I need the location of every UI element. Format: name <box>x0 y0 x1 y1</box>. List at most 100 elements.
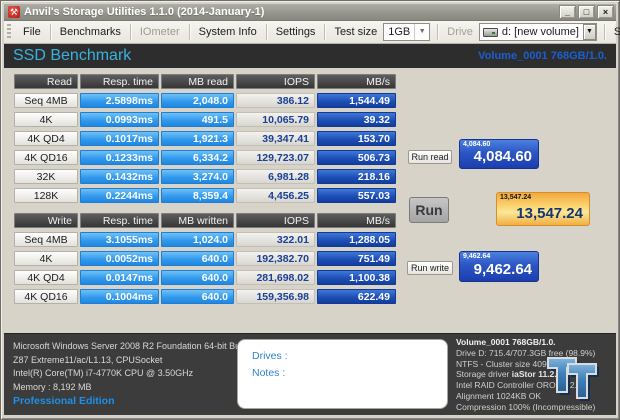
row-label: Seq 4MB <box>14 93 78 108</box>
write-col-header: Write <box>14 213 78 228</box>
drives-label: Drives : <box>252 348 447 365</box>
iops-cell: 39,347.41 <box>236 131 315 146</box>
drive-value: d: [new volume] <box>498 26 583 38</box>
resp-cell: 0.2244ms <box>80 188 159 203</box>
read-table: Read Resp. time MB read IOPS MB/s Seq 4M… <box>14 74 396 203</box>
mb-cell: 491.5 <box>161 112 234 127</box>
mbs-cell: 1,100.38 <box>317 270 396 285</box>
row-label: 4K <box>14 112 78 127</box>
mb-cell: 1,024.0 <box>161 232 234 247</box>
iops-cell: 281,698.02 <box>236 270 315 285</box>
resp-col-header: Resp. time <box>80 213 159 228</box>
mbs-cell: 1,544.49 <box>317 93 396 108</box>
menu-benchmarks[interactable]: Benchmarks <box>52 23 129 41</box>
read-score-small: 4,084.60 <box>463 141 490 148</box>
app-window: ⚒ Anvil's Storage Utilities 1.1.0 (2014-… <box>0 0 620 420</box>
toolbar-separator <box>266 24 267 40</box>
read-score-box: 4,084.60 4,084.60 <box>459 139 539 169</box>
chevron-down-icon[interactable]: ▼ <box>414 24 429 40</box>
edition-label: Professional Edition <box>13 395 115 407</box>
resp-cell: 0.0147ms <box>80 270 159 285</box>
mb-cell: 3,274.0 <box>161 169 234 184</box>
toolbar-separator <box>50 24 51 40</box>
write-table: Write Resp. time MB written IOPS MB/s Se… <box>14 213 396 304</box>
run-button[interactable]: Run <box>409 197 449 223</box>
resp-cell: 0.1004ms <box>80 289 159 304</box>
footer-panel: Microsoft Windows Server 2008 R2 Foundat… <box>4 333 616 415</box>
mb-cell: 640.0 <box>161 289 234 304</box>
page-title: SSD Benchmark <box>13 47 131 65</box>
total-score: 13,547.24 <box>516 205 583 222</box>
close-button[interactable]: × <box>597 5 614 19</box>
minimize-button[interactable]: _ <box>559 5 576 19</box>
mbs-cell: 39.32 <box>317 112 396 127</box>
mbs-cell: 218.16 <box>317 169 396 184</box>
iops-cell: 192,382.70 <box>236 251 315 266</box>
iops-cell: 6,981.28 <box>236 169 315 184</box>
menu-screenshot[interactable]: Screenshot <box>606 23 620 41</box>
mb-cell: 640.0 <box>161 251 234 266</box>
test-size-value: 1GB <box>384 26 414 38</box>
toolbar-gripper[interactable] <box>7 24 11 40</box>
write-score-box: 9,462.64 9,462.64 <box>459 251 539 282</box>
toolbar-separator <box>130 24 131 40</box>
notes-label: Notes : <box>252 365 447 382</box>
row-label: 4K QD4 <box>14 270 78 285</box>
row-label: 4K QD16 <box>14 150 78 165</box>
mbread-col-header: MB read <box>161 74 234 89</box>
iops-cell: 322.01 <box>236 232 315 247</box>
chevron-down-icon[interactable]: ▼ <box>583 24 596 40</box>
toolbar: File Benchmarks IOmeter System Info Sett… <box>4 21 616 44</box>
mbs-col-header: MB/s <box>317 213 396 228</box>
drives-notes-box[interactable]: Drives : Notes : <box>237 339 448 409</box>
iops-col-header: IOPS <box>236 74 315 89</box>
row-label: 128K <box>14 188 78 203</box>
drive-label: Drive <box>439 23 477 41</box>
tweaktown-logo-icon <box>541 351 603 407</box>
menu-settings[interactable]: Settings <box>268 23 324 41</box>
iops-cell: 4,456.25 <box>236 188 315 203</box>
resp-cell: 2.5898ms <box>80 93 159 108</box>
read-score: 4,084.60 <box>474 148 532 165</box>
menu-file[interactable]: File <box>15 23 49 41</box>
volume-title: Volume_0001 768GB/1.0. <box>456 337 595 348</box>
window-title: Anvil's Storage Utilities 1.1.0 (2014-Ja… <box>24 6 557 18</box>
row-label: 4K QD4 <box>14 131 78 146</box>
write-score: 9,462.64 <box>474 261 532 278</box>
iops-cell: 386.12 <box>236 93 315 108</box>
menu-iometer: IOmeter <box>132 23 188 41</box>
total-score-box: 13,547.24 13,547.24 <box>496 192 590 226</box>
row-label: 32K <box>14 169 78 184</box>
iops-cell: 129,723.07 <box>236 150 315 165</box>
drive-select[interactable]: d: [new volume] ▼ <box>479 23 597 41</box>
iops-cell: 159,356.98 <box>236 289 315 304</box>
mbwritten-col-header: MB written <box>161 213 234 228</box>
total-score-small: 13,547.24 <box>500 194 531 201</box>
toolbar-separator <box>604 24 605 40</box>
title-bar[interactable]: ⚒ Anvil's Storage Utilities 1.1.0 (2014-… <box>4 4 616 21</box>
drive-icon <box>483 28 498 37</box>
section-header: SSD Benchmark Volume_0001 768GB/1.0. <box>4 44 616 68</box>
row-label: 4K <box>14 251 78 266</box>
run-read-button[interactable]: Run read <box>408 150 452 164</box>
resp-cell: 0.0993ms <box>80 112 159 127</box>
resp-cell: 3.1055ms <box>80 232 159 247</box>
test-size-select[interactable]: 1GB ▼ <box>383 23 430 41</box>
iops-cell: 10,065.79 <box>236 112 315 127</box>
run-write-button[interactable]: Run write <box>407 261 453 275</box>
volume-label: Volume_0001 768GB/1.0. <box>478 50 607 62</box>
read-col-header: Read <box>14 74 78 89</box>
toolbar-separator <box>437 24 438 40</box>
row-label: 4K QD16 <box>14 289 78 304</box>
resp-cell: 0.0052ms <box>80 251 159 266</box>
mb-cell: 640.0 <box>161 270 234 285</box>
maximize-button[interactable]: □ <box>578 5 595 19</box>
resp-cell: 0.1432ms <box>80 169 159 184</box>
app-anvil-icon: ⚒ <box>8 6 20 18</box>
benchmark-area: Read Resp. time MB read IOPS MB/s Seq 4M… <box>4 68 616 333</box>
menu-system-info[interactable]: System Info <box>191 23 265 41</box>
mbs-col-header: MB/s <box>317 74 396 89</box>
iops-col-header: IOPS <box>236 213 315 228</box>
test-size-label: Test size <box>326 23 381 41</box>
resp-cell: 0.1017ms <box>80 131 159 146</box>
